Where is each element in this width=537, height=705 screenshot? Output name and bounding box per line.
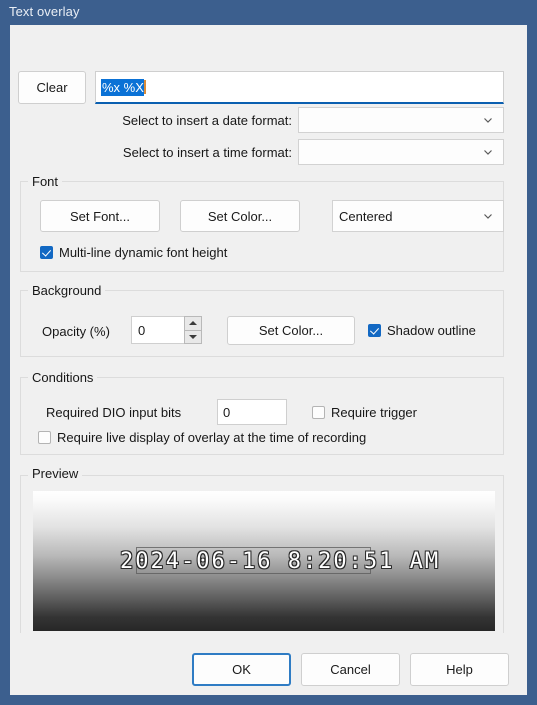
set-background-color-button-label: Set Color... bbox=[258, 323, 324, 338]
cancel-button-label: Cancel bbox=[330, 662, 371, 677]
background-group-title: Background bbox=[28, 283, 106, 298]
text-caret bbox=[143, 80, 146, 94]
ok-button-label: OK bbox=[232, 662, 251, 677]
set-background-color-button[interactable]: Set Color... bbox=[227, 316, 355, 345]
date-format-label: Select to insert a date format: bbox=[122, 113, 292, 128]
chevron-down-icon bbox=[482, 114, 494, 126]
opacity-label: Opacity (%) bbox=[42, 324, 110, 339]
help-button[interactable]: Help bbox=[410, 653, 509, 686]
set-font-button-label: Set Font... bbox=[70, 208, 130, 224]
require-live-display-checkbox-row[interactable]: Require live display of overlay at the t… bbox=[38, 430, 366, 445]
shadow-outline-label: Shadow outline bbox=[387, 323, 476, 338]
clear-button-label: Clear bbox=[36, 80, 68, 95]
chevron-down-icon bbox=[482, 146, 494, 158]
cancel-button[interactable]: Cancel bbox=[301, 653, 400, 686]
conditions-group-title: Conditions bbox=[28, 370, 98, 385]
triangle-down-icon bbox=[189, 334, 197, 339]
clear-button[interactable]: Clear bbox=[18, 71, 86, 104]
require-trigger-checkbox[interactable] bbox=[312, 406, 325, 419]
alignment-select[interactable]: Centered bbox=[332, 200, 504, 232]
required-dio-label: Required DIO input bits bbox=[46, 405, 182, 420]
triangle-up-icon bbox=[189, 321, 197, 326]
required-dio-input[interactable]: 0 bbox=[217, 399, 287, 425]
require-live-display-label: Require live display of overlay at the t… bbox=[57, 430, 367, 445]
chevron-down-icon bbox=[482, 210, 494, 222]
preview-overlay-text: 2024-06-16 8:20:51 AM bbox=[120, 549, 441, 574]
require-trigger-label: Require trigger bbox=[331, 405, 417, 420]
alignment-value: Centered bbox=[339, 208, 393, 224]
set-font-button[interactable]: Set Font... bbox=[40, 200, 160, 232]
shadow-outline-checkbox[interactable] bbox=[368, 324, 381, 337]
multiline-dynamic-height-label: Multi-line dynamic font height bbox=[59, 245, 228, 260]
title-bar: Text overlay bbox=[0, 0, 537, 25]
format-string-value: %x %X bbox=[101, 78, 144, 96]
opacity-input[interactable]: 0 bbox=[131, 316, 184, 344]
dialog-window: Text overlay Clear %x %X Select to inser… bbox=[0, 0, 537, 705]
require-live-display-checkbox[interactable] bbox=[38, 431, 51, 444]
set-font-color-button-label: Set Color... bbox=[207, 208, 273, 224]
ok-button[interactable]: OK bbox=[192, 653, 291, 686]
date-format-select[interactable] bbox=[298, 107, 504, 133]
help-button-label: Help bbox=[446, 662, 473, 677]
require-trigger-checkbox-row[interactable]: Require trigger bbox=[312, 405, 417, 420]
opacity-decrement-button[interactable] bbox=[185, 330, 201, 343]
dialog-client-area: Clear %x %X Select to insert a date form… bbox=[10, 25, 527, 695]
required-dio-value: 0 bbox=[223, 404, 231, 420]
opacity-stepper-buttons[interactable] bbox=[184, 316, 202, 344]
shadow-outline-checkbox-row[interactable]: Shadow outline bbox=[368, 323, 476, 338]
time-format-label: Select to insert a time format: bbox=[122, 145, 292, 160]
dialog-button-bar: OK Cancel Help bbox=[10, 633, 527, 695]
multiline-dynamic-height-checkbox-row[interactable]: Multi-line dynamic font height bbox=[40, 245, 227, 260]
font-group-title: Font bbox=[28, 174, 63, 189]
set-font-color-button[interactable]: Set Color... bbox=[180, 200, 300, 232]
preview-group-title: Preview bbox=[28, 466, 83, 481]
format-string-input[interactable]: %x %X bbox=[95, 71, 504, 104]
multiline-dynamic-height-checkbox[interactable] bbox=[40, 246, 53, 259]
window-title: Text overlay bbox=[9, 4, 80, 19]
opacity-increment-button[interactable] bbox=[185, 317, 201, 331]
time-format-select[interactable] bbox=[298, 139, 504, 165]
opacity-stepper[interactable]: 0 bbox=[131, 316, 203, 344]
